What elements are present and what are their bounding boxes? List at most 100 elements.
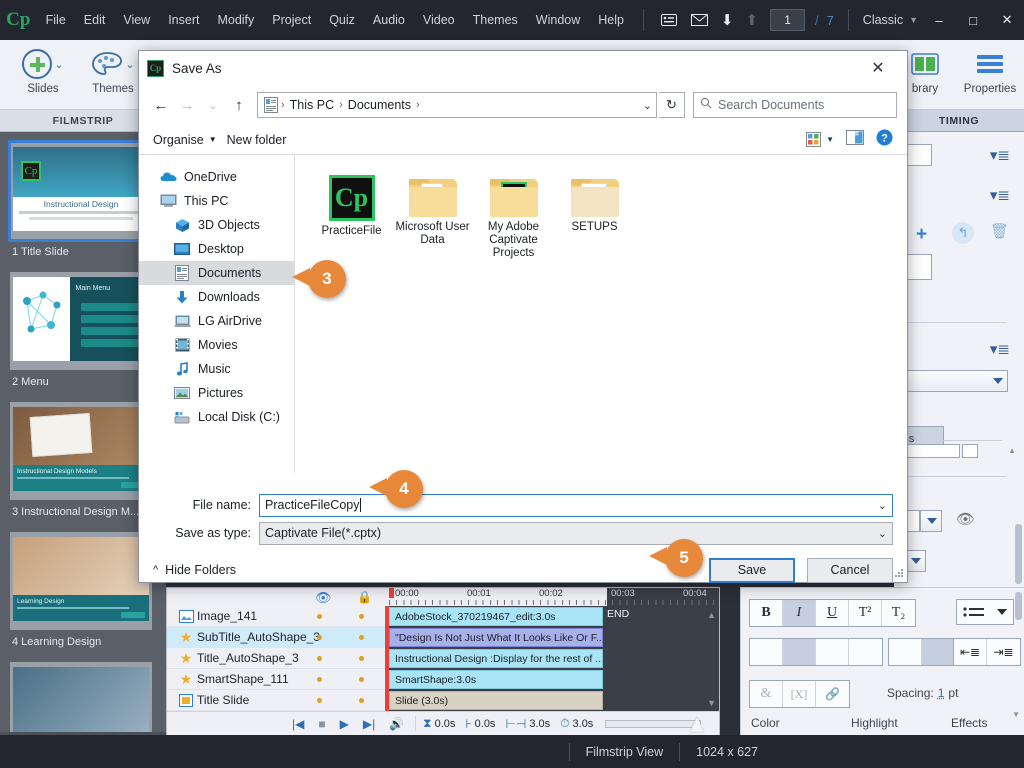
variable-button[interactable]: [X] (783, 681, 816, 707)
timeline-row[interactable]: ★ Title_AutoShape_3 (167, 648, 389, 669)
resize-grip[interactable] (894, 569, 904, 579)
ribbon-properties-button[interactable]: Properties (956, 40, 1024, 95)
menu-help[interactable]: Help (589, 0, 633, 40)
presentation-icon[interactable] (654, 0, 684, 40)
close-button[interactable]: ✕ (990, 5, 1024, 35)
valign-middle-button[interactable] (922, 639, 955, 665)
italic-button[interactable]: I (783, 600, 816, 626)
menu-window[interactable]: Window (527, 0, 589, 40)
breadcrumb-documents[interactable]: Documents (344, 98, 415, 112)
scroll-down-icon[interactable]: ▼ (1012, 710, 1020, 719)
stop-icon[interactable]: ■ (311, 717, 332, 731)
bold-button[interactable]: B (750, 600, 783, 626)
menu-quiz[interactable]: Quiz (320, 0, 364, 40)
view-mode-icon[interactable]: ▼ (806, 132, 834, 147)
new-folder-button[interactable]: New folder (227, 133, 297, 147)
nav-item-this-pc[interactable]: This PC (139, 189, 294, 213)
workspace-selector[interactable]: Classic ▼ (859, 13, 922, 27)
reset-icon[interactable]: ↰ (952, 222, 974, 244)
nav-item-downloads[interactable]: Downloads (139, 285, 294, 309)
color-dropdown[interactable] (920, 510, 942, 532)
filetype-select[interactable]: Captivate File(*.cptx) ⌄ (259, 521, 893, 545)
file-item-practicefile[interactable]: Cp PracticeFile (311, 169, 392, 266)
save-button[interactable]: Save (709, 557, 795, 583)
superscript-button[interactable]: T² (849, 600, 882, 626)
bullet-list-dropdown[interactable] (956, 599, 1014, 625)
list-menu-icon-3[interactable]: ▾≣ (990, 340, 1010, 358)
nav-item-lg-airdrive[interactable]: LG AirDrive (139, 309, 294, 333)
organise-button[interactable]: Organise ▼ (153, 133, 227, 147)
menu-audio[interactable]: Audio (364, 0, 414, 40)
recent-locations-button[interactable]: ⌄ (201, 93, 225, 117)
menu-file[interactable]: File (37, 0, 75, 40)
text-props-scrollbar[interactable] (1015, 592, 1022, 620)
align-right-button[interactable] (816, 639, 849, 665)
timeline-bar[interactable]: "Design Is Not Just What It Looks Like O… (389, 628, 603, 647)
address-chevron-down-icon[interactable]: ⌄ (643, 99, 652, 112)
dialog-file-list[interactable]: Cp PracticeFile Microsoft User Data Cp (295, 155, 907, 473)
cancel-button[interactable]: Cancel (807, 557, 893, 583)
timeline-bar[interactable]: Slide (3.0s) (389, 691, 603, 710)
dialog-title-bar[interactable]: Cp Save As ✕ (139, 51, 907, 85)
list-menu-icon-2[interactable]: ▾≣ (990, 186, 1010, 204)
folder-item-my-adobe-captivate-projects[interactable]: Cp My Adobe Captivate Projects (473, 169, 554, 266)
forward-button[interactable]: → (175, 93, 199, 117)
timeline-row[interactable]: Image_141 (167, 606, 389, 627)
align-left-button[interactable] (750, 639, 783, 665)
scroll-up-icon[interactable]: ▲ (1008, 446, 1016, 455)
menu-view[interactable]: View (114, 0, 159, 40)
arrow-down-icon[interactable]: ⬇ (715, 11, 740, 29)
folder-item-microsoft-user-data[interactable]: Microsoft User Data (392, 169, 473, 266)
minimize-button[interactable]: – (922, 5, 956, 35)
plus-icon[interactable]: + (916, 224, 927, 246)
spacing-value[interactable]: 1 (938, 686, 945, 700)
menu-themes[interactable]: Themes (464, 0, 527, 40)
nav-item-music[interactable]: Music (139, 357, 294, 381)
mail-icon[interactable] (684, 0, 715, 40)
refresh-button[interactable]: ↻ (659, 92, 685, 118)
panel-scrollbar[interactable] (1015, 524, 1022, 584)
property-input-4[interactable] (962, 444, 978, 458)
decrease-indent-button[interactable]: ⇤≣ (954, 639, 987, 665)
timeline-bar[interactable]: Instructional Design :Display for the re… (389, 649, 603, 668)
ribbon-slides-button[interactable]: ⌄ Slides (8, 40, 78, 95)
timeline-scroll-up-icon[interactable]: ▲ (707, 610, 716, 620)
valign-top-button[interactable] (889, 639, 922, 665)
folder-item-setups[interactable]: SETUPS (554, 169, 635, 266)
zoom-slider-handle[interactable] (690, 716, 705, 732)
play-icon[interactable]: ▶ (333, 717, 356, 731)
nav-item-movies[interactable]: Movies (139, 333, 294, 357)
help-icon[interactable]: ? (876, 129, 893, 151)
menu-edit[interactable]: Edit (75, 0, 115, 40)
preview-pane-icon[interactable] (846, 129, 864, 150)
slide-thumbnail[interactable]: Main Menu (10, 272, 152, 370)
timeline-row[interactable]: Title Slide (167, 690, 389, 711)
rewind-icon[interactable]: |◀ (285, 717, 311, 731)
back-button[interactable]: ← (149, 93, 173, 117)
status-view-mode[interactable]: Filmstrip View (568, 742, 680, 761)
align-center-button[interactable] (783, 639, 816, 665)
slide-thumbnail[interactable]: Instructional Design Cp (8, 140, 154, 242)
timeline-bar[interactable]: SmartShape:3.0s (389, 670, 603, 689)
timeline-bar[interactable]: AdobeStock_370219467_edit:3.0s (389, 607, 603, 626)
tab-timing[interactable]: TIMING (894, 110, 1024, 132)
hide-folders-button[interactable]: ^ Hide Folders (153, 563, 236, 577)
dialog-nav-pane[interactable]: OneDrive This PC 3D Objects Desktop Docu… (139, 155, 295, 473)
nav-item-onedrive[interactable]: OneDrive (139, 165, 294, 189)
nav-item-3d-objects[interactable]: 3D Objects (139, 213, 294, 237)
address-bar[interactable]: › This PC › Documents › ⌄ (257, 92, 657, 118)
timeline-row[interactable]: ★ SubTitle_AutoShape_3 (167, 627, 389, 648)
filename-chevron-down-icon[interactable]: ⌄ (878, 499, 887, 512)
nav-item-documents[interactable]: Documents (139, 261, 294, 285)
search-box[interactable]: Search Documents (693, 92, 897, 118)
current-slide-input[interactable]: 1 (770, 9, 806, 31)
filename-input[interactable]: PracticeFileCopy ⌄ (259, 493, 893, 517)
audio-icon[interactable]: 🔊 (382, 717, 411, 731)
dialog-close-button[interactable]: ✕ (857, 53, 899, 83)
menu-video[interactable]: Video (414, 0, 464, 40)
slide-thumbnail[interactable]: Learning Design (10, 532, 152, 630)
link-icon[interactable]: 👁 (956, 510, 975, 528)
align-justify-button[interactable] (849, 639, 882, 665)
up-button[interactable]: ↑ (227, 93, 251, 117)
increase-indent-button[interactable]: ⇥≣ (987, 639, 1020, 665)
